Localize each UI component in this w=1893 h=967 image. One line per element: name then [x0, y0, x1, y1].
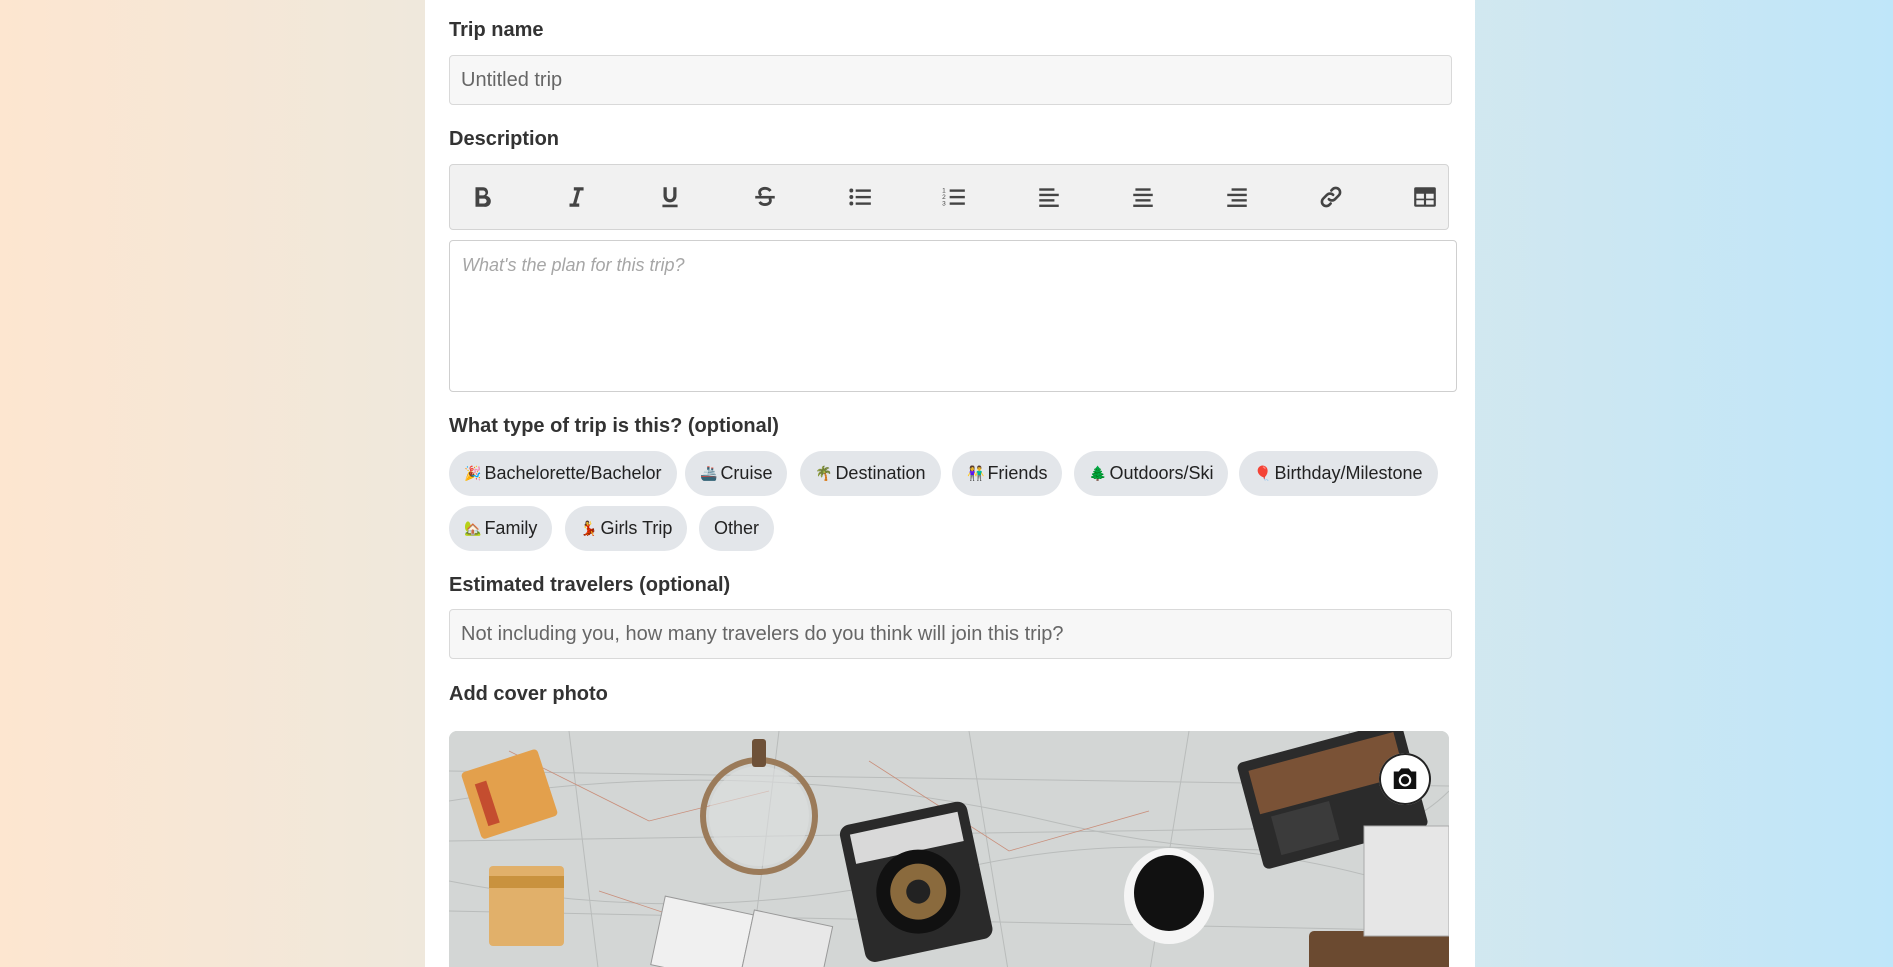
ship-icon: 🚢 [700, 465, 718, 481]
align-right-button[interactable] [1214, 165, 1260, 229]
description-label: Description [449, 128, 560, 150]
svg-text:3: 3 [942, 201, 946, 208]
bullet-list-button[interactable] [837, 165, 883, 229]
chip-girls-trip[interactable]: 💃 Girls Trip [565, 506, 688, 551]
palm-tree-icon: 🌴 [815, 465, 833, 481]
link-button[interactable] [1308, 165, 1354, 229]
align-center-icon [1133, 188, 1153, 207]
italic-button[interactable] [553, 165, 599, 229]
evergreen-tree-icon: 🌲 [1089, 465, 1107, 481]
table-button[interactable] [1402, 165, 1448, 229]
align-center-button[interactable] [1120, 165, 1166, 229]
chip-outdoors-ski[interactable]: 🌲 Outdoors/Ski [1074, 451, 1229, 496]
bullet-list-icon [849, 188, 871, 206]
chip-other[interactable]: Other [699, 506, 775, 551]
chip-birthday-milestone[interactable]: 🎈 Birthday/Milestone [1239, 451, 1438, 496]
trip-type-label: What type of trip is this? (optional) [449, 415, 779, 437]
chip-bachelorette-bachelor[interactable]: 🎉 Bachelorette/Bachelor [449, 451, 677, 496]
dancer-icon: 💃 [580, 520, 598, 536]
trip-name-input[interactable] [449, 55, 1452, 105]
travelers-label: Estimated travelers (optional) [449, 574, 731, 596]
party-popper-icon: 🎉 [464, 465, 482, 481]
link-icon [1320, 186, 1342, 208]
bold-icon [475, 187, 491, 207]
cover-photo [449, 731, 1449, 967]
align-right-icon [1227, 188, 1247, 207]
house-icon: 🏡 [464, 520, 482, 536]
align-left-icon [1039, 188, 1059, 207]
balloon-icon: 🎈 [1254, 465, 1272, 481]
align-left-button[interactable] [1026, 165, 1072, 229]
camera-icon [1393, 768, 1417, 789]
numbered-list-icon: 123 [942, 188, 965, 208]
trip-form-panel: Trip name Description 123 [425, 0, 1475, 967]
strikethrough-icon [755, 186, 775, 206]
chip-friends[interactable]: 👫 Friends [952, 451, 1063, 496]
change-cover-photo-button[interactable] [1379, 753, 1431, 805]
friends-icon: 👫 [967, 465, 985, 481]
chip-destination[interactable]: 🌴 Destination [800, 451, 941, 496]
description-toolbar: 123 [449, 164, 1449, 230]
travelers-input[interactable] [449, 609, 1452, 659]
bold-button[interactable] [459, 165, 505, 229]
table-icon [1414, 187, 1436, 207]
description-editor[interactable]: What's the plan for this trip? [449, 240, 1457, 392]
numbered-list-button[interactable]: 123 [931, 165, 977, 229]
chip-family[interactable]: 🏡 Family [449, 506, 553, 551]
underline-button[interactable] [647, 165, 693, 229]
strikethrough-button[interactable] [742, 165, 788, 229]
trip-name-label: Trip name [449, 19, 544, 41]
cover-photo-label: Add cover photo [449, 683, 608, 705]
italic-icon [569, 187, 584, 207]
chip-cruise[interactable]: 🚢 Cruise [685, 451, 788, 496]
cover-photo-image [449, 731, 1449, 967]
underline-icon [662, 187, 678, 208]
description-placeholder: What's the plan for this trip? [462, 255, 685, 275]
